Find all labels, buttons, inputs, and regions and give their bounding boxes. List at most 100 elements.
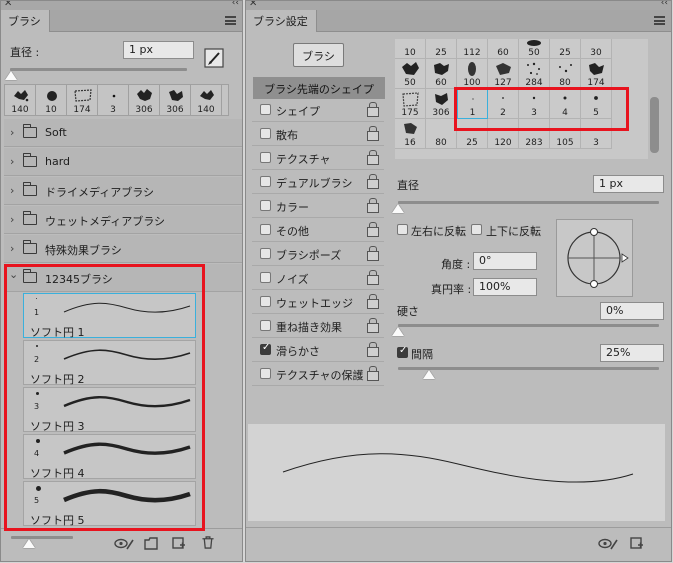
settings-header[interactable]: ブラシ先端のシェイプ bbox=[253, 77, 385, 99]
tip-cell[interactable]: 60 bbox=[488, 39, 519, 59]
setting-texture[interactable]: テクスチャ bbox=[252, 146, 384, 170]
lock-icon[interactable] bbox=[367, 150, 379, 165]
diameter-field[interactable]: 1 px bbox=[593, 175, 664, 193]
chevron-right-icon[interactable]: › bbox=[10, 242, 14, 255]
brush-presets-button[interactable]: ブラシ bbox=[293, 43, 344, 67]
tip-cell[interactable]: 16 bbox=[395, 119, 426, 149]
lock-icon[interactable] bbox=[367, 270, 379, 285]
panel-menu-icon[interactable] bbox=[225, 16, 236, 25]
chevron-right-icon[interactable]: › bbox=[10, 126, 14, 139]
lock-icon[interactable] bbox=[367, 198, 379, 213]
dual-brush-checkbox[interactable] bbox=[260, 176, 271, 187]
lock-icon[interactable] bbox=[367, 102, 379, 117]
tip-cell[interactable]: 50 bbox=[519, 39, 550, 59]
preset-cell[interactable]: 174 bbox=[67, 85, 98, 115]
tip-cell[interactable]: 30 bbox=[581, 39, 612, 59]
setting-dual-brush[interactable]: デュアルブラシ bbox=[252, 170, 384, 194]
preset-cell[interactable]: 306 bbox=[129, 85, 160, 115]
tab-brush[interactable]: ブラシ bbox=[1, 10, 50, 32]
tip-cell[interactable]: 25 bbox=[426, 39, 457, 59]
flip-x-checkbox[interactable] bbox=[397, 224, 408, 235]
close-icon[interactable]: ✕ bbox=[249, 1, 257, 9]
hardness-slider-track[interactable] bbox=[398, 324, 659, 327]
diameter-slider-thumb[interactable] bbox=[392, 204, 404, 213]
hardness-slider-thumb[interactable] bbox=[392, 327, 404, 336]
tip-cell[interactable]: 50 bbox=[395, 59, 426, 89]
smoothing-checkbox[interactable] bbox=[260, 342, 271, 355]
panel-menu-icon[interactable] bbox=[654, 16, 665, 25]
size-slider-track[interactable] bbox=[10, 68, 187, 71]
setting-color[interactable]: カラー bbox=[252, 194, 384, 218]
preset-cell[interactable]: 140 bbox=[191, 85, 222, 115]
preset-cell[interactable]: 140 bbox=[5, 85, 36, 115]
thumb-size-slider-track[interactable] bbox=[11, 536, 73, 539]
eye-brush-icon[interactable] bbox=[114, 537, 134, 550]
other-checkbox[interactable] bbox=[260, 224, 271, 235]
new-brush-icon[interactable] bbox=[172, 537, 186, 550]
scatter-checkbox[interactable] bbox=[260, 128, 271, 139]
lock-icon[interactable] bbox=[367, 174, 379, 189]
spacing-slider-thumb[interactable] bbox=[423, 370, 435, 379]
setting-shape[interactable]: シェイプ bbox=[252, 98, 384, 122]
setting-other[interactable]: その他 bbox=[252, 218, 384, 242]
build-up-checkbox[interactable] bbox=[260, 320, 271, 331]
thumb-size-slider-thumb[interactable] bbox=[23, 539, 35, 548]
spacing-field[interactable]: 25% bbox=[600, 344, 664, 362]
collapse-icon[interactable]: ‹‹ bbox=[232, 1, 239, 8]
lock-icon[interactable] bbox=[367, 222, 379, 237]
setting-wet-edge[interactable]: ウェットエッジ bbox=[252, 290, 384, 314]
lock-icon[interactable] bbox=[367, 126, 379, 141]
preset-cell[interactable]: 10 bbox=[36, 85, 67, 115]
tip-cell[interactable]: 112 bbox=[457, 39, 488, 59]
hardness-field[interactable]: 0% bbox=[600, 302, 664, 320]
angle-field[interactable]: 0° bbox=[473, 252, 537, 270]
tip-cell[interactable]: 284 bbox=[519, 59, 550, 89]
spacing-checkbox[interactable] bbox=[397, 345, 408, 358]
shape-checkbox[interactable] bbox=[260, 104, 271, 115]
angle-roundness-widget[interactable] bbox=[556, 219, 633, 297]
size-slider-thumb[interactable] bbox=[5, 71, 17, 80]
new-folder-icon[interactable] bbox=[144, 537, 158, 550]
tip-cell[interactable]: 10 bbox=[395, 39, 426, 59]
setting-noise[interactable]: ノイズ bbox=[252, 266, 384, 290]
folder-row-dry-media[interactable]: › ドライメディアブラシ bbox=[4, 177, 242, 205]
tip-cell[interactable]: 174 bbox=[581, 59, 612, 89]
size-field[interactable]: 1 px bbox=[123, 41, 194, 59]
tip-cell[interactable]: 127 bbox=[488, 59, 519, 89]
setting-build-up[interactable]: 重ね描き効果 bbox=[252, 314, 384, 338]
preset-cell[interactable]: 3 bbox=[98, 85, 129, 115]
tab-brush-settings[interactable]: ブラシ設定 bbox=[246, 10, 317, 32]
close-icon[interactable]: ✕ bbox=[4, 1, 12, 9]
tip-cell[interactable]: 25 bbox=[550, 39, 581, 59]
lock-icon[interactable] bbox=[367, 294, 379, 309]
chevron-right-icon[interactable]: › bbox=[10, 213, 14, 226]
spacing-slider-track[interactable] bbox=[398, 367, 659, 370]
setting-smoothing[interactable]: 滑らかさ bbox=[252, 338, 384, 362]
setting-protect-texture[interactable]: テクスチャの保護 bbox=[252, 362, 384, 386]
preset-cell[interactable]: 306 bbox=[160, 85, 191, 115]
tip-cell[interactable]: 175 bbox=[395, 89, 426, 119]
trash-icon[interactable] bbox=[201, 536, 215, 549]
tip-cell[interactable]: 306 bbox=[426, 89, 457, 119]
brush-edit-icon[interactable] bbox=[204, 48, 224, 68]
tip-cell[interactable]: 80 bbox=[550, 59, 581, 89]
tip-cell[interactable]: 100 bbox=[457, 59, 488, 89]
folder-row-wet-media[interactable]: › ウェットメディアブラシ bbox=[4, 206, 242, 234]
new-brush-icon[interactable] bbox=[630, 537, 644, 550]
protect-texture-checkbox[interactable] bbox=[260, 368, 271, 379]
setting-brush-pose[interactable]: ブラシポーズ bbox=[252, 242, 384, 266]
lock-icon[interactable] bbox=[367, 342, 379, 357]
wet-edge-checkbox[interactable] bbox=[260, 296, 271, 307]
eye-brush-icon[interactable] bbox=[598, 537, 618, 550]
texture-checkbox[interactable] bbox=[260, 152, 271, 163]
collapse-icon[interactable]: ‹‹ bbox=[661, 1, 668, 8]
chevron-right-icon[interactable]: › bbox=[10, 155, 14, 168]
noise-checkbox[interactable] bbox=[260, 272, 271, 283]
tip-cell[interactable]: 60 bbox=[426, 59, 457, 89]
diameter-slider-track[interactable] bbox=[398, 201, 659, 204]
setting-scatter[interactable]: 散布 bbox=[252, 122, 384, 146]
flip-y-checkbox[interactable] bbox=[471, 224, 482, 235]
chevron-right-icon[interactable]: › bbox=[10, 184, 14, 197]
folder-row-hard[interactable]: › hard bbox=[4, 148, 242, 176]
roundness-field[interactable]: 100% bbox=[473, 278, 537, 296]
